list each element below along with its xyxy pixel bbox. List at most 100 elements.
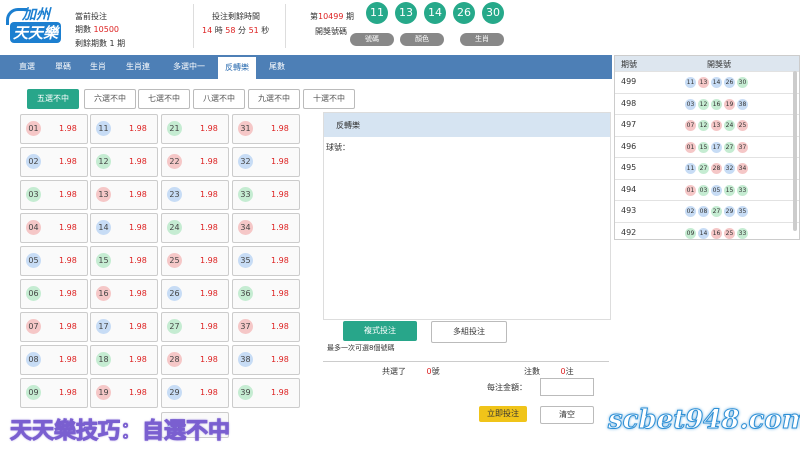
number-cell[interactable]: 37 1.98: [232, 312, 300, 342]
odds-value: 1.98: [200, 256, 218, 265]
number-cell[interactable]: 14 1.98: [90, 213, 158, 243]
subtab-7[interactable]: 七選不中: [138, 89, 190, 109]
history-period: 497: [621, 120, 637, 129]
compound-bet-button[interactable]: 複式投注: [343, 321, 417, 341]
number-cell[interactable]: 12 1.98: [90, 147, 158, 177]
history-row: 492 09 14 16 25 33: [615, 221, 799, 240]
history-period: 495: [621, 163, 637, 172]
number-cell[interactable]: 39 1.98: [232, 378, 300, 408]
number-cell[interactable]: 15 1.98: [90, 246, 158, 276]
odds-value: 1.98: [200, 388, 218, 397]
pill-colors[interactable]: 顏色: [400, 33, 444, 46]
number-cell[interactable]: 22 1.98: [161, 147, 229, 177]
draw-ball: 13: [395, 2, 417, 24]
scrollbar[interactable]: [793, 71, 797, 231]
number-cell[interactable]: 35 1.98: [232, 246, 300, 276]
logo: 加州 天天樂: [6, 4, 64, 44]
subtab-6[interactable]: 六選不中: [84, 89, 136, 109]
remaining-periods: 剩餘期數 1 期: [75, 39, 126, 48]
subtab-5[interactable]: 五選不中: [27, 89, 79, 109]
pill-numbers[interactable]: 號碼: [350, 33, 394, 46]
number-cell[interactable]: 26 1.98: [161, 279, 229, 309]
header: 加州 天天樂 當前投注 期數 10500 剩餘期數 1 期 投注剩餘時間 14 …: [0, 0, 800, 54]
number-cell[interactable]: 29 1.98: [161, 378, 229, 408]
number-cell[interactable]: 28 1.98: [161, 345, 229, 375]
number-cell[interactable]: 33 1.98: [232, 180, 300, 210]
history-ball: 35: [737, 206, 748, 217]
number-cell[interactable]: 27 1.98: [161, 312, 229, 342]
number-cell[interactable]: 09 1.98: [20, 378, 88, 408]
history-ball: 25: [724, 227, 735, 239]
number-cell[interactable]: 31 1.98: [232, 114, 300, 144]
number-cell[interactable]: 05 1.98: [20, 246, 88, 276]
history-row: 498 03 12 16 19 38: [615, 92, 799, 116]
number-cell[interactable]: 02 1.98: [20, 147, 88, 177]
draw-period: 第10499 期: [310, 12, 354, 21]
selection-panel: 反轉樂 球號：: [323, 112, 611, 320]
number-cell[interactable]: 23 1.98: [161, 180, 229, 210]
odds-value: 1.98: [271, 124, 289, 133]
number-ball: 21: [167, 121, 182, 136]
tab-multi-one[interactable]: 多選中一: [165, 55, 213, 79]
history-ball: 34: [737, 163, 748, 174]
number-ball: 08: [26, 352, 41, 367]
number-ball: 36: [238, 286, 253, 301]
number-cell[interactable]: 18 1.98: [90, 345, 158, 375]
main-tabs: 直選 單碼 生肖 生肖連 多選中一 反轉樂 尾數: [0, 55, 612, 79]
subtab-8[interactable]: 八選不中: [193, 89, 245, 109]
history-row: 496 01 15 17 27 37: [615, 135, 799, 159]
amount-label: 每注金額：: [487, 383, 527, 392]
number-cell[interactable]: 21 1.98: [161, 114, 229, 144]
history-row: 497 07 12 13 24 25: [615, 114, 799, 137]
tab-tail[interactable]: 尾數: [262, 55, 292, 79]
odds-value: 1.98: [129, 388, 147, 397]
history-row: 493 02 08 27 29 35: [615, 200, 799, 223]
number-cell[interactable]: 08 1.98: [20, 345, 88, 375]
tab-reverse[interactable]: 反轉樂: [218, 57, 256, 79]
number-cell[interactable]: 34 1.98: [232, 213, 300, 243]
number-cell[interactable]: 04 1.98: [20, 213, 88, 243]
overlay-title: 天天樂技巧：自選不中: [9, 419, 231, 445]
number-cell[interactable]: 19 1.98: [90, 378, 158, 408]
tab-single[interactable]: 單碼: [48, 55, 78, 79]
number-cell[interactable]: 32 1.98: [232, 147, 300, 177]
history-ball: 05: [711, 184, 722, 196]
number-cell[interactable]: 13 1.98: [90, 180, 158, 210]
subtab-10[interactable]: 十選不中: [303, 89, 355, 109]
countdown: 14 時 58 分 51 秒: [202, 26, 270, 35]
history-ball: 38: [737, 98, 748, 110]
tab-zodiac-combo[interactable]: 生肖連: [118, 55, 158, 79]
number-cell[interactable]: 25 1.98: [161, 246, 229, 276]
number-cell[interactable]: 17 1.98: [90, 312, 158, 342]
history-ball: 25: [737, 120, 748, 131]
number-ball: 28: [167, 352, 182, 367]
history-ball: 13: [698, 77, 709, 88]
history-ball: 15: [724, 184, 735, 196]
number-ball: 12: [96, 154, 111, 169]
history-ball: 11: [685, 163, 696, 174]
amount-input[interactable]: [540, 378, 594, 396]
subtab-9[interactable]: 九選不中: [248, 89, 300, 109]
number-ball: 18: [96, 352, 111, 367]
clear-button[interactable]: 清空: [540, 406, 594, 424]
number-cell[interactable]: 03 1.98: [20, 180, 88, 210]
multi-bet-button[interactable]: 多組投注: [431, 321, 507, 343]
number-cell[interactable]: 24 1.98: [161, 213, 229, 243]
number-cell[interactable]: 38 1.98: [232, 345, 300, 375]
number-ball: 37: [238, 319, 253, 334]
submit-bet-button[interactable]: 立即投注: [479, 406, 527, 422]
number-cell[interactable]: 07 1.98: [20, 312, 88, 342]
number-cell[interactable]: 06 1.98: [20, 279, 88, 309]
number-cell[interactable]: 11 1.98: [90, 114, 158, 144]
tab-zodiac[interactable]: 生肖: [83, 55, 113, 79]
number-cell[interactable]: 01 1.98: [20, 114, 88, 144]
odds-value: 1.98: [271, 256, 289, 265]
number-cell[interactable]: 16 1.98: [90, 279, 158, 309]
pill-zodiac[interactable]: 生肖: [460, 33, 504, 46]
odds-value: 1.98: [200, 157, 218, 166]
tab-direct[interactable]: 直選: [10, 55, 44, 79]
number-cell[interactable]: 36 1.98: [232, 279, 300, 309]
odds-value: 1.98: [200, 289, 218, 298]
period-line: 期數 10500: [75, 25, 119, 34]
number-ball: 26: [167, 286, 182, 301]
